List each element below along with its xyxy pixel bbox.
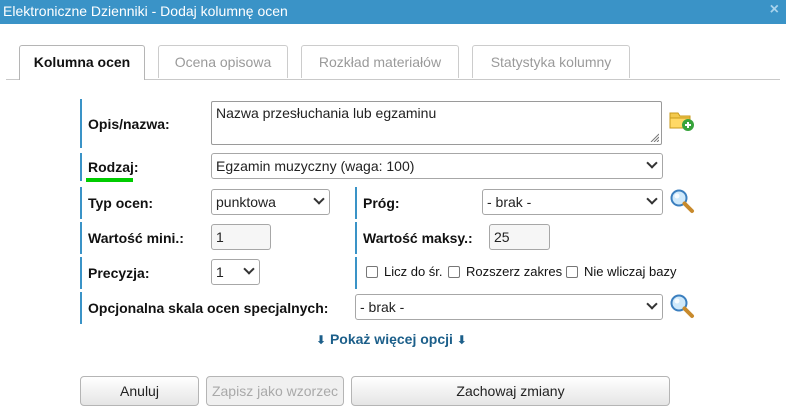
precyzja-select[interactable]: 1 — [211, 259, 260, 285]
tab-statystyka-kolumny[interactable]: Statystyka kolumny — [472, 45, 630, 78]
licz-do-sr-checkbox[interactable]: Licz do śr. — [366, 264, 443, 279]
precyzja-label: Precyzja: — [80, 257, 180, 289]
opis-label: Opis/nazwa: — [80, 99, 200, 148]
min-label: Wartość mini.: — [80, 222, 190, 254]
rozszerz-zakres-label: Rozszerz zakres — [466, 264, 563, 279]
close-icon[interactable]: × — [770, 1, 779, 19]
chevron-down-icon — [313, 193, 325, 205]
max-label: Wartość maksy.: — [355, 222, 485, 254]
opis-value: Nazwa przesłuchania lub egzaminu — [216, 105, 437, 121]
nie-wliczaj-bazy-label: Nie wliczaj bazy — [584, 264, 677, 279]
title-bar: Elektroniczne Dzienniki - Dodaj kolumnę … — [0, 0, 786, 24]
skala-value: - brak - — [360, 299, 405, 315]
rodzaj-select[interactable]: Egzamin muzyczny (waga: 100) — [211, 153, 663, 179]
prog-select[interactable]: - brak - — [482, 189, 663, 215]
skala-select[interactable]: - brak - — [355, 294, 663, 320]
tab-bar: Kolumna ocen Ocena opisowa Rozkład mater… — [0, 45, 786, 80]
magnifier-icon[interactable] — [669, 293, 695, 319]
opis-textarea[interactable]: Nazwa przesłuchania lub egzaminu — [211, 101, 662, 145]
rodzaj-value: Egzamin muzyczny (waga: 100) — [216, 158, 415, 174]
resize-grip-icon[interactable] — [649, 132, 659, 142]
typ-ocen-label: Typ ocen: — [80, 187, 180, 219]
max-input[interactable]: 25 — [489, 224, 550, 250]
chevron-down-icon — [646, 193, 658, 205]
rozszerz-zakres-checkbox[interactable]: Rozszerz zakres — [448, 264, 562, 279]
more-options-label: Pokaż więcej opcji — [329, 331, 453, 347]
typ-ocen-select[interactable]: punktowa — [211, 189, 330, 215]
window-title: Elektroniczne Dzienniki - Dodaj kolumnę … — [3, 3, 288, 19]
more-options-link[interactable]: ⬇ Pokaż więcej opcji ⬇ — [316, 331, 467, 347]
checkbox-box[interactable] — [366, 265, 378, 278]
skala-label: Opcjonalna skala ocen specjalnych: — [80, 292, 350, 324]
magnifier-icon[interactable] — [669, 188, 695, 214]
checkbox-group-marker — [355, 257, 357, 289]
checkbox-box[interactable] — [566, 265, 578, 278]
arrow-down-icon: ⬇ — [316, 333, 327, 347]
checkbox-box[interactable] — [448, 265, 460, 278]
precyzja-value: 1 — [216, 264, 224, 280]
licz-do-sr-label: Licz do śr. — [384, 264, 443, 279]
nie-wliczaj-bazy-checkbox[interactable]: Nie wliczaj bazy — [566, 264, 676, 279]
folder-add-icon[interactable] — [669, 108, 695, 132]
chevron-down-icon — [646, 298, 658, 310]
prog-value: - brak - — [487, 194, 532, 210]
arrow-down-icon: ⬇ — [456, 333, 467, 347]
rodzaj-label: Rodzaj: — [80, 153, 140, 181]
chevron-down-icon — [646, 157, 658, 169]
cancel-button[interactable]: Anuluj — [80, 376, 199, 406]
save-template-button[interactable]: Zapisz jako wzorzec — [206, 376, 344, 406]
chevron-down-icon — [243, 263, 255, 275]
tab-ocena-opisowa[interactable]: Ocena opisowa — [158, 45, 288, 78]
required-underline — [86, 178, 133, 182]
tab-rozklad-materialow[interactable]: Rozkład materiałów — [301, 45, 459, 78]
min-input[interactable]: 1 — [211, 224, 271, 250]
save-button[interactable]: Zachowaj zmiany — [351, 376, 670, 406]
typ-ocen-value: punktowa — [216, 194, 276, 210]
prog-label: Próg: — [355, 187, 415, 219]
tab-kolumna-ocen[interactable]: Kolumna ocen — [19, 45, 145, 80]
